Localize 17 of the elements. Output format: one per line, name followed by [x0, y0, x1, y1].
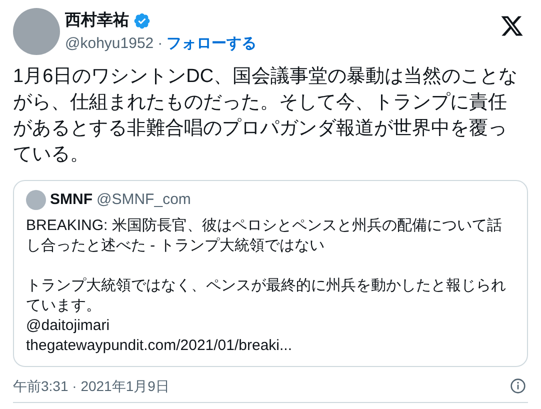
avatar-placeholder[interactable]: [13, 8, 60, 55]
tweet-text: 1月6日のワシントンDC、国会議事堂の暴動は当然のことながら、仕組まれたものだった。そして今、トランプに責任があるとする非難合唱のプロパガンダ報道が世界中を覆っている。: [13, 65, 519, 167]
quoted-tweet-card[interactable]: SMNF @SMNF_com BREAKING: 米国防長官、彼はペロシとペンスと州兵の配備について話し合ったと述べた - トランプ大統領ではない トランプ大統領ではなく、ペンスが最終的に州兵を動かしたと報じられています。 @daitojimari thegatewaypundit.com/2021/01/breaki...: [13, 180, 528, 367]
timestamp[interactable]: 午前3:31 · 2021年1月9日: [13, 376, 170, 396]
link-text: thegatewaypundit.com/2021/01/breaki...: [26, 336, 294, 356]
separator-dot: ·: [158, 34, 163, 54]
quoted-author-handle: @SMNF_com: [96, 190, 191, 210]
author-name[interactable]: 西村幸祐: [65, 9, 129, 33]
avatar-placeholder: [26, 190, 46, 210]
author-handle[interactable]: @kohyu1952: [65, 33, 154, 55]
follow-link[interactable]: フォローする: [166, 33, 257, 55]
quoted-paragraph: トランプ大統領ではなく、ペンスが最終的に州兵を動かしたと報じられています。: [26, 276, 507, 316]
x-logo-icon[interactable]: [500, 14, 524, 38]
quoted-paragraph: BREAKING: 米国防長官、彼はペロシとペンスと州兵の配備について話し合ったと述べた - トランプ大統領ではない: [26, 216, 503, 256]
quoted-author-name: SMNF: [50, 190, 92, 210]
info-icon[interactable]: [510, 378, 526, 394]
mention-text: @daitojimari: [26, 316, 111, 336]
